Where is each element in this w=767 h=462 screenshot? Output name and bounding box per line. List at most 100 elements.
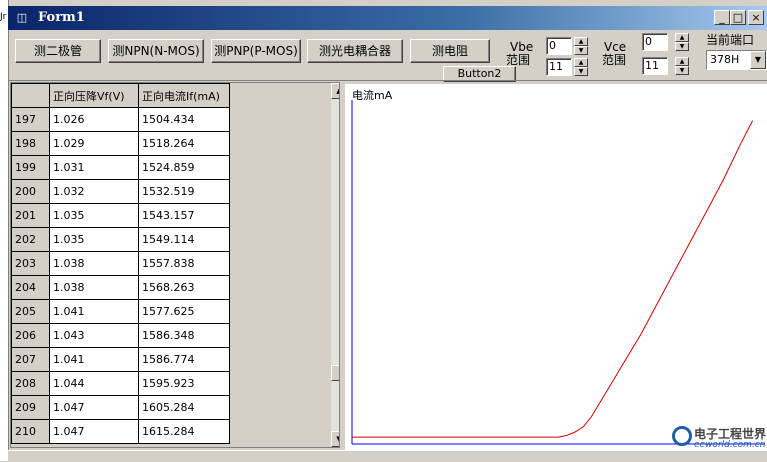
spin-down-icon[interactable]: ▼ [675, 66, 689, 75]
port-label: 当前端口 [706, 33, 755, 47]
table-row[interactable]: 210 1.047 1615.284 [11, 419, 230, 444]
current-cell[interactable]: 1557.838 [138, 251, 230, 276]
background-window-edge: Jr [0, 0, 9, 461]
minimize-button[interactable]: _ [714, 10, 730, 25]
vbe-max-input[interactable]: 11 [546, 58, 572, 76]
watermark-logo-icon [672, 426, 692, 446]
vce-max-input[interactable]: 11 [642, 57, 668, 75]
vbe-min-spinner[interactable]: ▲ ▼ [574, 37, 588, 55]
column-header-voltage: 正向压降Vf(V) [49, 83, 139, 108]
spin-down-icon[interactable]: ▼ [675, 42, 689, 51]
port-select[interactable]: 378H ▼ [706, 50, 767, 70]
voltage-cell[interactable]: 1.029 [49, 131, 139, 156]
scroll-up-icon[interactable]: ▲ [331, 83, 339, 99]
app-icon: ◫ [16, 11, 28, 24]
table-row[interactable]: 199 1.031 1524.859 [11, 155, 230, 180]
vce-max-spinner[interactable]: ▲ ▼ [675, 57, 689, 75]
table-row[interactable]: 209 1.047 1605.284 [11, 395, 230, 420]
current-cell[interactable]: 1543.157 [138, 203, 230, 228]
row-index-cell[interactable]: 201 [11, 203, 50, 228]
voltage-cell[interactable]: 1.038 [49, 275, 139, 300]
current-cell[interactable]: 1524.859 [138, 155, 230, 180]
scroll-down-icon[interactable]: ▼ [331, 431, 339, 447]
current-cell[interactable]: 1577.625 [138, 299, 230, 324]
close-button[interactable]: × [748, 10, 764, 25]
spin-down-icon[interactable]: ▼ [574, 67, 588, 76]
npn-test-button[interactable]: 测NPN(N-MOS) [108, 39, 204, 63]
spin-up-icon[interactable]: ▲ [574, 37, 588, 46]
scroll-thumb[interactable] [331, 365, 339, 381]
spin-up-icon[interactable]: ▲ [675, 33, 689, 42]
voltage-cell[interactable]: 1.047 [49, 395, 139, 420]
row-index-cell[interactable]: 197 [11, 107, 50, 132]
current-cell[interactable]: 1568.263 [138, 275, 230, 300]
data-table: 正向压降Vf(V) 正向电流If(mA) 197 1.026 1504.434 198… [11, 83, 230, 444]
table-row[interactable]: 197 1.026 1504.434 [11, 107, 230, 132]
vertical-scrollbar[interactable]: ▲ ▼ [331, 83, 339, 447]
row-index-cell[interactable]: 204 [11, 275, 50, 300]
row-index-cell[interactable]: 209 [11, 395, 50, 420]
voltage-cell[interactable]: 1.043 [49, 323, 139, 348]
current-cell[interactable]: 1518.264 [138, 131, 230, 156]
watermark: 电子工程世界 eeworld.com.cn [672, 424, 767, 452]
table-row[interactable]: 206 1.043 1586.348 [11, 323, 230, 348]
iv-curve-line [352, 120, 754, 438]
table-row[interactable]: 208 1.044 1595.923 [11, 371, 230, 396]
maximize-button[interactable]: □ [730, 10, 746, 25]
row-index-cell[interactable]: 202 [11, 227, 50, 252]
current-cell[interactable]: 1504.434 [138, 107, 230, 132]
current-cell[interactable]: 1532.519 [138, 179, 230, 204]
row-index-cell[interactable]: 198 [11, 131, 50, 156]
current-cell[interactable]: 1586.774 [138, 347, 230, 372]
voltage-cell[interactable]: 1.035 [49, 203, 139, 228]
current-cell[interactable]: 1595.923 [138, 371, 230, 396]
spin-up-icon[interactable]: ▲ [574, 58, 588, 67]
row-index-cell[interactable]: 206 [11, 323, 50, 348]
row-index-cell[interactable]: 210 [11, 419, 50, 444]
table-row[interactable]: 198 1.029 1518.264 [11, 131, 230, 156]
watermark-url: eeworld.com.cn [694, 440, 766, 450]
row-index-cell[interactable]: 208 [11, 371, 50, 396]
spin-down-icon[interactable]: ▼ [574, 46, 588, 55]
table-header-row: 正向压降Vf(V) 正向电流If(mA) [11, 83, 230, 108]
vbe-max-spinner[interactable]: ▲ ▼ [574, 58, 588, 76]
voltage-cell[interactable]: 1.041 [49, 347, 139, 372]
row-index-cell[interactable]: 203 [11, 251, 50, 276]
current-cell[interactable]: 1549.114 [138, 227, 230, 252]
vbe-min-input[interactable]: 0 [546, 37, 572, 55]
voltage-cell[interactable]: 1.032 [49, 179, 139, 204]
voltage-cell[interactable]: 1.044 [49, 371, 139, 396]
voltage-cell[interactable]: 1.026 [49, 107, 139, 132]
voltage-cell[interactable]: 1.047 [49, 419, 139, 444]
table-row[interactable]: 201 1.035 1543.157 [11, 203, 230, 228]
voltage-cell[interactable]: 1.035 [49, 227, 139, 252]
spin-up-icon[interactable]: ▲ [675, 57, 689, 66]
current-cell[interactable]: 1605.284 [138, 395, 230, 420]
row-index-cell[interactable]: 200 [11, 179, 50, 204]
current-cell[interactable]: 1586.348 [138, 323, 230, 348]
voltage-cell[interactable]: 1.031 [49, 155, 139, 180]
table-row[interactable]: 200 1.032 1532.519 [11, 179, 230, 204]
title-bar[interactable]: ◫ Form1 _ □ × [8, 6, 767, 30]
pnp-test-button[interactable]: 测PNP(P-MOS) [211, 39, 301, 63]
table-row[interactable]: 205 1.041 1577.625 [11, 299, 230, 324]
table-row[interactable]: 203 1.038 1557.838 [11, 251, 230, 276]
dropdown-arrow-icon[interactable]: ▼ [750, 51, 766, 69]
voltage-cell[interactable]: 1.041 [49, 299, 139, 324]
vce-min-input[interactable]: 0 [642, 33, 668, 51]
table-row[interactable]: 207 1.041 1586.774 [11, 347, 230, 372]
diode-test-button[interactable]: 测二极管 [15, 39, 101, 63]
vce-min-spinner[interactable]: ▲ ▼ [675, 33, 689, 51]
port-value: 378H [710, 53, 740, 66]
row-index-cell[interactable]: 205 [11, 299, 50, 324]
row-index-cell[interactable]: 207 [11, 347, 50, 372]
data-grid[interactable]: 正向压降Vf(V) 正向电流If(mA) 197 1.026 1504.434 198… [10, 82, 340, 448]
row-index-cell[interactable]: 199 [11, 155, 50, 180]
voltage-cell[interactable]: 1.038 [49, 251, 139, 276]
table-row[interactable]: 202 1.035 1549.114 [11, 227, 230, 252]
current-cell[interactable]: 1615.284 [138, 419, 230, 444]
column-header-current: 正向电流If(mA) [138, 83, 230, 108]
table-row[interactable]: 204 1.038 1568.263 [11, 275, 230, 300]
resistor-test-button[interactable]: 测电阻 [410, 39, 490, 63]
optocoupler-test-button[interactable]: 测光电耦合器 [307, 39, 403, 63]
